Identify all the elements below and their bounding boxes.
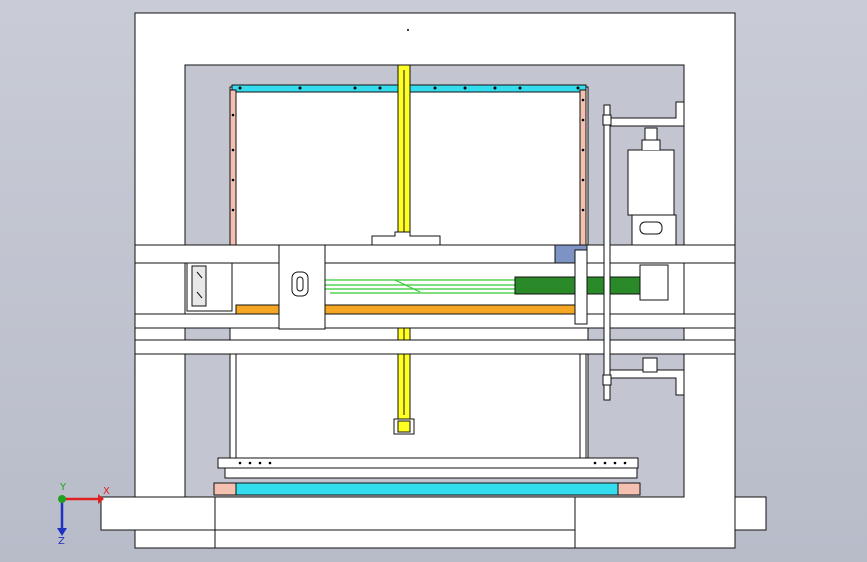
- z-axis-label: Z: [58, 536, 65, 547]
- bottom-pink-end-left[interactable]: [213, 482, 237, 496]
- motor-housing[interactable]: [627, 149, 675, 216]
- origin-dot: [407, 29, 409, 31]
- cross-beam-bottom[interactable]: [134, 339, 736, 355]
- cad-drawing[interactable]: [0, 0, 867, 562]
- bottom-rail-plate[interactable]: [217, 457, 639, 469]
- upper-knob[interactable]: [644, 127, 658, 141]
- bottom-pink-end-right[interactable]: [617, 482, 641, 496]
- bottom-cyan-beam[interactable]: [235, 482, 619, 496]
- carriage-slot-inner: [296, 276, 304, 292]
- base-right-foot[interactable]: [734, 496, 767, 531]
- small-bracket-left[interactable]: [602, 114, 612, 126]
- x-axis-label: X: [103, 486, 110, 497]
- left-bracket-plate: [191, 265, 207, 307]
- base-center[interactable]: [214, 496, 576, 531]
- motor-cap: [641, 139, 661, 150]
- cross-beam-lower[interactable]: [134, 313, 736, 329]
- base-center-lower[interactable]: [214, 529, 576, 549]
- lower-knob[interactable]: [642, 357, 658, 373]
- right-pink-rail[interactable]: [579, 89, 587, 251]
- bottom-rail-plate-2[interactable]: [224, 467, 638, 479]
- cad-viewport[interactable]: X Y Z: [0, 0, 867, 562]
- motor-slot: [639, 221, 663, 235]
- axis-triad[interactable]: [57, 494, 104, 536]
- yellow-beam-foot-insert: [397, 420, 411, 433]
- side-block[interactable]: [639, 264, 669, 301]
- small-bracket-left-2[interactable]: [602, 374, 612, 386]
- z-arrowhead-icon: [57, 528, 67, 536]
- y-axis-label: Y: [60, 482, 67, 493]
- cross-beam-upper[interactable]: [134, 244, 736, 264]
- pillar-white[interactable]: [574, 249, 588, 325]
- base-left-foot[interactable]: [100, 496, 216, 531]
- right-vertical-post[interactable]: [603, 104, 611, 401]
- y-axis-dot-icon: [58, 495, 66, 503]
